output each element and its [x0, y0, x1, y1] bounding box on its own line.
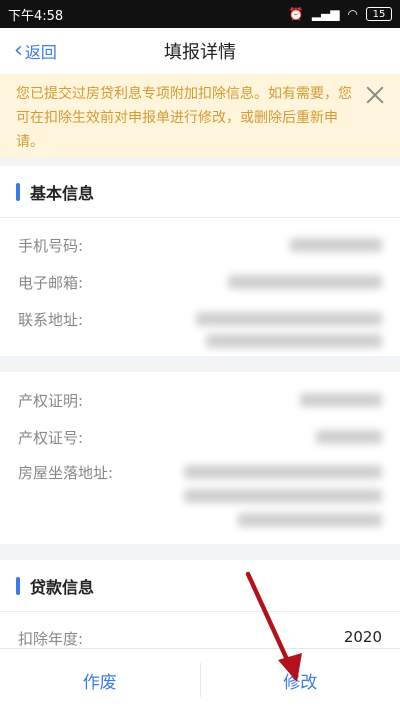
property-address-redacted-3 — [238, 513, 382, 527]
section-title: 贷款信息 — [30, 577, 95, 597]
property-address-label: 房屋坐落地址: — [18, 464, 114, 482]
back-label: 返回 — [24, 43, 57, 62]
back-button[interactable]: ‹ 返回 — [14, 28, 57, 74]
bottom-action-bar: 作废 修改 — [0, 648, 400, 711]
battery-icon: 15 — [366, 7, 392, 21]
page-title: 填报详情 — [164, 42, 236, 63]
section-marker — [16, 576, 20, 595]
property-cert-label: 产权证号: — [18, 429, 84, 447]
alarm-icon: ⏰ — [288, 7, 304, 21]
property-address-redacted-1 — [184, 465, 382, 479]
section-marker — [16, 182, 20, 201]
chevron-left-icon: ‹ — [14, 38, 23, 63]
nav-bar: ‹ 返回 填报详情 — [0, 28, 400, 74]
status-icons: ⏰ ▂▄▆ ◠ 15 — [289, 7, 392, 21]
edit-button[interactable]: 修改 — [201, 649, 400, 711]
address-value-redacted — [196, 312, 382, 326]
property-proof-value-redacted — [300, 393, 382, 407]
address-label: 联系地址: — [18, 311, 84, 329]
signal-icon: ▂▄▆ — [311, 7, 340, 21]
property-address-redacted-2 — [184, 489, 382, 503]
property-proof-label: 产权证明: — [18, 392, 84, 410]
email-value-redacted — [228, 275, 382, 289]
phone-value-redacted — [290, 238, 382, 252]
status-time: 下午4:58 — [8, 8, 64, 24]
section-header: 贷款信息 — [0, 560, 400, 612]
wifi-icon: ◠ — [347, 7, 358, 21]
notice-text: 您已提交过房贷利息专项附加扣除信息。如有需要，您可在扣除生效前对申报单进行修改，… — [16, 86, 352, 150]
address-value-redacted-2 — [206, 334, 382, 348]
close-icon[interactable] — [364, 84, 386, 106]
deduction-year-value: 2020 — [343, 628, 382, 646]
status-bar: 下午4:58 ⏰ ▂▄▆ ◠ 15 — [0, 0, 400, 28]
deduction-year-label: 扣除年度: — [18, 630, 84, 648]
void-button[interactable]: 作废 — [0, 649, 200, 711]
section-title: 基本信息 — [30, 183, 95, 203]
email-label: 电子邮箱: — [18, 274, 84, 292]
section-header: 基本信息 — [0, 166, 400, 218]
phone-label: 手机号码: — [18, 237, 84, 255]
notice-banner: 您已提交过房贷利息专项附加扣除信息。如有需要，您可在扣除生效前对申报单进行修改，… — [0, 74, 400, 158]
property-cert-value-redacted — [316, 430, 382, 444]
